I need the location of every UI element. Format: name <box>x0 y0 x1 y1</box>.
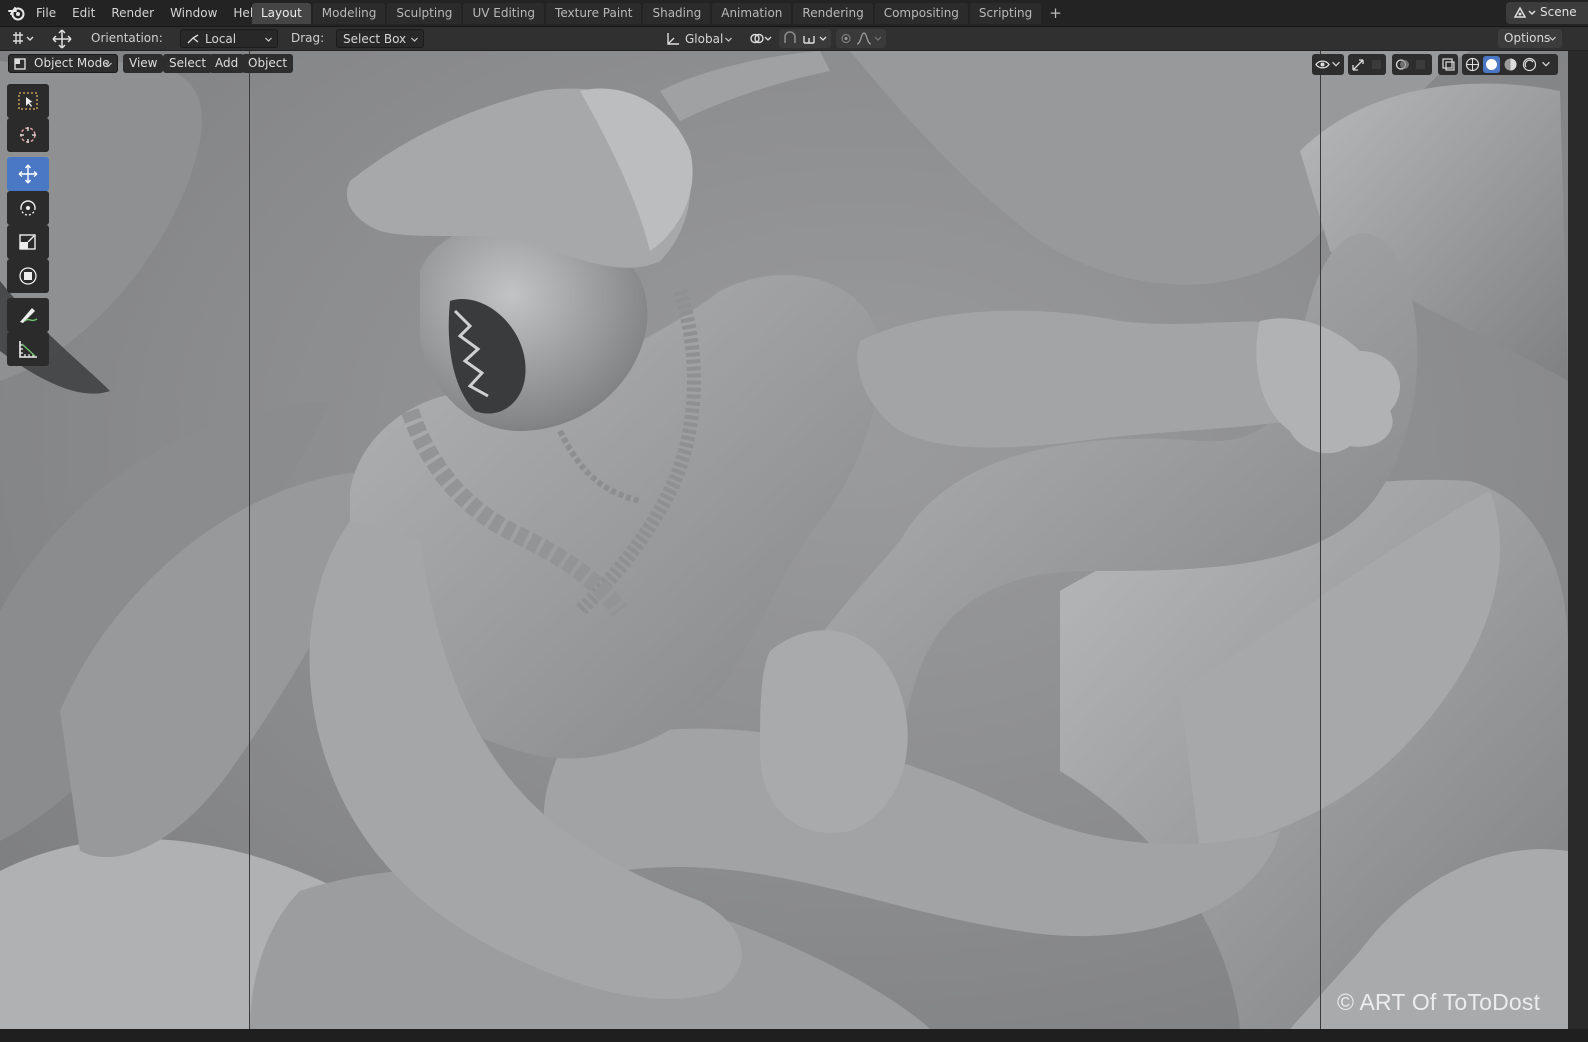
chevron-down-icon <box>1332 61 1340 67</box>
move-icon <box>18 164 38 184</box>
camera-frame-left <box>249 51 250 1029</box>
orientation-label: Orientation: <box>91 31 163 45</box>
global-orientation-icon <box>667 33 679 45</box>
orientation-dropdown[interactable]: Local <box>180 29 278 48</box>
gizmo-dropdown-icon <box>1372 60 1381 69</box>
viewport-menu-object[interactable]: Object <box>242 54 294 73</box>
add-workspace-button[interactable]: + <box>1043 3 1068 24</box>
menu-window[interactable]: Window <box>162 6 225 20</box>
wireframe-shading-icon[interactable] <box>1465 57 1480 72</box>
tab-uv-editing[interactable]: UV Editing <box>463 3 545 24</box>
orientation-value: Local <box>205 32 237 46</box>
viewport-menu-add[interactable]: Add <box>209 54 245 73</box>
overlays-toggle[interactable] <box>1392 54 1432 75</box>
xray-toggle[interactable] <box>1438 54 1458 75</box>
chevron-down-icon <box>411 37 418 42</box>
watermark-text: © ART Of ToToDost <box>1337 989 1541 1015</box>
shading-mode-group <box>1462 54 1558 75</box>
transform-icon <box>19 267 37 285</box>
tab-layout[interactable]: Layout <box>252 3 311 24</box>
editor-type-button[interactable] <box>8 29 38 48</box>
tool-measure[interactable] <box>7 332 49 366</box>
options-button[interactable]: Options <box>1498 29 1562 48</box>
transform-orientation-value: Global <box>685 32 724 46</box>
annotate-icon <box>20 308 38 323</box>
object-mode-dropdown[interactable]: Object Mode <box>8 54 118 73</box>
tool-cursor[interactable] <box>7 118 49 152</box>
tab-scripting[interactable]: Scripting <box>969 3 1042 24</box>
transform-orientation-dropdown[interactable]: Global <box>660 29 738 48</box>
tool-select-box[interactable] <box>7 84 49 118</box>
camera-frame-right <box>1320 51 1321 1029</box>
cursor-icon <box>20 127 36 143</box>
tool-rotate[interactable] <box>7 191 49 225</box>
status-bar <box>0 1029 1588 1042</box>
blender-logo-icon[interactable] <box>8 4 26 22</box>
chevron-down-icon <box>725 37 732 42</box>
material-preview-icon[interactable] <box>1503 57 1518 72</box>
object-mode-icon <box>14 58 26 70</box>
snap-toggle-group[interactable] <box>779 29 831 48</box>
editor-type-icon <box>13 32 34 44</box>
top-menu-bar: File Edit Render Window Help Layout Mode… <box>0 0 1588 27</box>
proportional-edit-group[interactable] <box>836 29 886 48</box>
rotate-icon <box>20 200 36 216</box>
tool-scale[interactable] <box>7 225 49 259</box>
xray-icon <box>1442 58 1455 71</box>
mode-label: Object Mode <box>34 56 110 70</box>
3d-viewport[interactable]: Object Mode View Select Add Object © ART… <box>0 51 1568 1029</box>
viewport-menu-select[interactable]: Select <box>163 54 213 73</box>
measure-icon <box>19 341 37 358</box>
scale-icon <box>19 234 36 250</box>
eye-icon <box>1315 60 1330 69</box>
tool-annotate[interactable] <box>7 298 49 332</box>
menu-render[interactable]: Render <box>103 6 162 20</box>
drag-dropdown[interactable]: Select Box <box>336 29 424 48</box>
snap-icon <box>784 31 827 44</box>
chevron-down-icon <box>1549 36 1556 41</box>
pivot-icon <box>750 33 772 44</box>
drag-label: Drag: <box>291 31 325 45</box>
scene-icon <box>1513 6 1536 18</box>
local-orientation-icon <box>187 34 199 44</box>
sidebar-collapsed-strip[interactable] <box>1568 51 1588 1029</box>
tab-texture-paint[interactable]: Texture Paint <box>546 3 642 24</box>
gizmo-icon <box>1352 59 1364 71</box>
tab-rendering[interactable]: Rendering <box>793 3 873 24</box>
scene-name: Scene <box>1540 5 1577 19</box>
tab-modeling[interactable]: Modeling <box>312 3 386 24</box>
tab-shading[interactable]: Shading <box>643 3 711 24</box>
overlays-icon <box>1395 59 1409 70</box>
tab-compositing[interactable]: Compositing <box>874 3 968 24</box>
options-label: Options <box>1504 31 1551 45</box>
rendered-shading-icon[interactable] <box>1522 57 1537 72</box>
menu-edit[interactable]: Edit <box>64 6 103 20</box>
workspace-tabs: Layout Modeling Sculpting UV Editing Tex… <box>252 3 1070 24</box>
move-tool-icon <box>52 29 72 49</box>
tool-settings-bar: Orientation: Local Drag: Select Box Glob… <box>0 27 1588 51</box>
solid-shading-icon[interactable] <box>1483 56 1500 73</box>
tab-animation[interactable]: Animation <box>712 3 792 24</box>
menu-file[interactable]: File <box>28 6 64 20</box>
select-box-icon <box>18 92 38 110</box>
pivot-point-button[interactable] <box>746 29 774 48</box>
proportional-edit-icon <box>841 32 882 45</box>
tab-sculpting[interactable]: Sculpting <box>387 3 462 24</box>
viewport-menu-view[interactable]: View <box>123 54 164 73</box>
tool-transform[interactable] <box>7 259 49 293</box>
gizmo-toggle[interactable] <box>1348 54 1386 75</box>
overlays-dropdown-icon <box>1416 60 1425 69</box>
drag-value: Select Box <box>343 32 407 46</box>
visibility-toggle[interactable] <box>1312 54 1344 75</box>
tool-move[interactable] <box>7 157 49 191</box>
chevron-down-icon[interactable] <box>1542 60 1550 68</box>
sculpt-model-render <box>0 51 1568 1029</box>
chevron-down-icon <box>105 62 112 67</box>
scene-selector[interactable]: Scene <box>1506 2 1588 24</box>
chevron-down-icon <box>265 37 272 42</box>
main-menu: File Edit Render Window Help <box>28 0 269 26</box>
